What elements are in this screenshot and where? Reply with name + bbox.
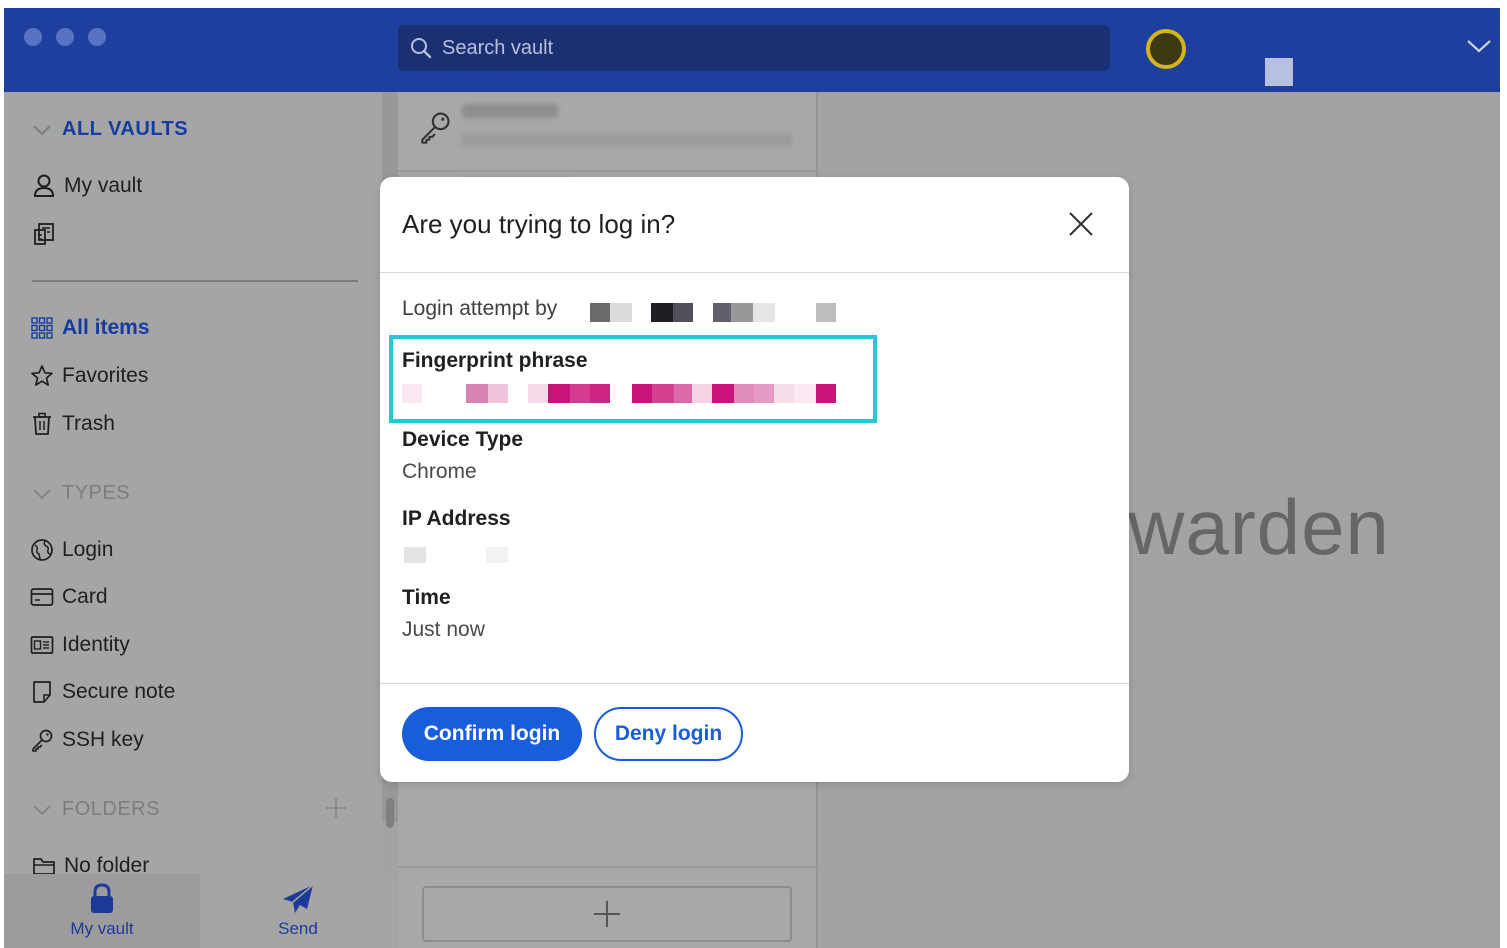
window-zoom-dot[interactable] — [88, 28, 106, 46]
add-folder-icon[interactable] — [324, 796, 348, 820]
blurred-item-subtitle — [462, 134, 792, 146]
list-item[interactable] — [398, 92, 818, 172]
login-attempt-label: Login attempt by — [402, 297, 558, 320]
ip-address-label: IP Address — [402, 507, 511, 530]
sidebar-item-organization[interactable] — [32, 222, 64, 246]
building-icon — [32, 222, 56, 246]
time-value: Just now — [402, 618, 485, 641]
key-icon — [421, 112, 450, 144]
all-vaults-heading[interactable]: ALL VAULTS — [32, 118, 188, 141]
search-icon — [411, 38, 432, 59]
title-bar: Search vault — [4, 8, 1500, 92]
sidebar-item-favorites[interactable]: Favorites — [30, 364, 148, 388]
avatar[interactable] — [1146, 29, 1186, 69]
confirm-login-button[interactable]: Confirm login — [402, 707, 582, 761]
bitwarden-logo-text: warden — [1128, 483, 1390, 571]
account-badge — [1265, 58, 1293, 86]
sidebar-item-trash[interactable]: Trash — [30, 412, 115, 436]
sidebar-item-secure-note[interactable]: Secure note — [30, 680, 175, 704]
search-placeholder: Search vault — [442, 36, 554, 59]
dialog-header-divider — [380, 272, 1129, 273]
plus-icon — [594, 901, 620, 927]
chevron-down-icon — [33, 488, 51, 499]
add-item-area — [398, 866, 818, 948]
window-minimize-dot[interactable] — [56, 28, 74, 46]
deny-login-button[interactable]: Deny login — [594, 707, 743, 761]
device-type-value: Chrome — [402, 460, 477, 483]
login-request-dialog: Are you trying to log in? Login attempt … — [380, 177, 1129, 782]
globe-icon — [30, 538, 54, 562]
sidebar-divider — [32, 280, 358, 282]
sidebar-scrollbar-thumb[interactable] — [386, 798, 394, 828]
dialog-title: Are you trying to log in? — [402, 209, 676, 239]
key-icon — [30, 728, 54, 752]
folders-heading[interactable]: FOLDERS — [32, 798, 160, 821]
note-icon — [30, 680, 54, 704]
tab-my-vault[interactable]: My vault — [4, 874, 200, 948]
time-label: Time — [402, 586, 451, 609]
tab-send[interactable]: Send — [200, 874, 396, 948]
chevron-down-icon — [33, 124, 51, 135]
sidebar-item-identity[interactable]: Identity — [30, 633, 130, 657]
sidebar-item-card[interactable]: Card — [30, 585, 108, 609]
send-icon — [283, 884, 314, 913]
sidebar-item-ssh-key[interactable]: SSH key — [30, 728, 144, 752]
sidebar-item-all-items[interactable]: All items — [30, 316, 150, 340]
id-card-icon — [30, 633, 54, 657]
trash-icon — [30, 412, 54, 436]
sidebar: ALL VAULTS My vault All items Favorites … — [4, 92, 382, 948]
types-heading[interactable]: TYPES — [32, 482, 130, 505]
blurred-item-name — [462, 104, 558, 118]
fingerprint-label: Fingerprint phrase — [402, 349, 588, 372]
chevron-down-icon[interactable] — [1466, 38, 1492, 54]
sidebar-item-login[interactable]: Login — [30, 538, 113, 562]
dialog-footer-divider — [380, 683, 1129, 684]
user-icon — [32, 174, 56, 198]
chevron-down-icon — [33, 804, 51, 815]
star-icon — [30, 364, 54, 388]
lock-icon — [91, 883, 113, 913]
grid-icon — [30, 316, 54, 340]
close-icon — [1069, 212, 1093, 236]
window-close-dot[interactable] — [24, 28, 42, 46]
device-type-label: Device Type — [402, 428, 524, 451]
close-button[interactable] — [1066, 209, 1096, 239]
search-input[interactable]: Search vault — [398, 25, 1110, 71]
login-attempt-row: Login attempt by — [402, 297, 557, 321]
sidebar-item-my-vault[interactable]: My vault — [32, 174, 142, 198]
add-item-button[interactable] — [422, 886, 792, 942]
credit-card-icon — [30, 585, 54, 609]
